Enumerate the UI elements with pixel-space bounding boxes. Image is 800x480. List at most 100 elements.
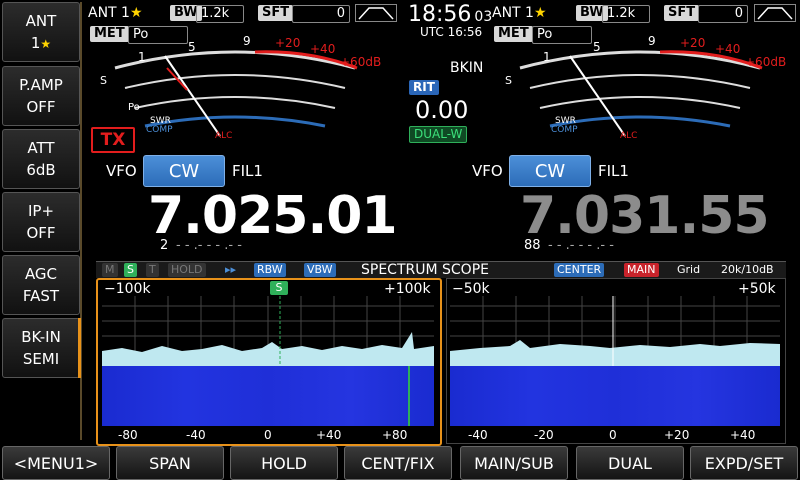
main-meter-p60: +60dB [340, 55, 382, 69]
att-value: 6dB [26, 161, 56, 179]
sub-meter-comp: COMP [551, 125, 578, 135]
main-bw-value[interactable]: 1.2k [196, 5, 244, 23]
right-scale-2: 0 [609, 428, 617, 442]
main-frequency[interactable]: 7.025.01 [148, 186, 398, 246]
sub-filter-label[interactable]: FIL1 [598, 162, 629, 180]
sub-frequency[interactable]: 7.031.55 [520, 186, 770, 246]
right-range-high: +50k [738, 281, 776, 297]
main-ant: ANT 1★ [88, 5, 143, 21]
bkin-indicator: BKIN [450, 60, 484, 76]
right-scale-3: +20 [664, 428, 690, 442]
main-meter-p40: +40 [310, 42, 336, 56]
hold-button[interactable]: HOLD [230, 446, 338, 480]
sub-sub-left: 88 [524, 238, 541, 253]
scroll-indicator [78, 318, 81, 378]
sub-meter-s5: 5 [593, 40, 601, 54]
pamp-button[interactable]: P.AMP OFF [2, 66, 80, 126]
dual-button[interactable]: DUAL [576, 446, 684, 480]
main-mode-button[interactable]: CW [143, 155, 225, 187]
att-label: ATT [27, 139, 55, 157]
main-meter-s1: 1 [138, 50, 146, 64]
main-sft-value[interactable]: 0 [292, 5, 350, 23]
main-sft-label: SFT [258, 5, 294, 21]
main-filter-label[interactable]: FIL1 [232, 162, 263, 180]
att-button[interactable]: ATT 6dB [2, 129, 80, 189]
clock-seconds: 03 [474, 9, 493, 25]
sub-meter-p40: +40 [715, 42, 741, 56]
right-scale-0: -40 [468, 428, 488, 442]
left-spectrum-graph [102, 296, 434, 366]
scope-ref: 20k/10dB [721, 263, 774, 276]
star-icon: ★ [40, 36, 52, 51]
ipplus-label: IP+ [27, 202, 55, 220]
sub-meter-s1: 1 [543, 50, 551, 64]
main-sub-button[interactable]: MAIN/SUB [460, 446, 568, 480]
ant-value-wrap: 1★ [31, 32, 51, 55]
agc-label: AGC [24, 265, 58, 283]
filter-shape-icon [355, 4, 397, 22]
dual-watch-badge: DUAL-W [409, 126, 468, 143]
sub-meter-s9: 9 [648, 34, 656, 48]
clock: 18:56 03 [408, 2, 492, 27]
cent-fix-button[interactable]: CENT/FIX [344, 446, 452, 480]
left-scale-1: -40 [186, 428, 206, 442]
scope-center[interactable]: CENTER [554, 263, 605, 277]
right-spectrum-graph [450, 296, 780, 366]
right-waterfall [450, 366, 780, 426]
sub-sft-value[interactable]: 0 [698, 5, 748, 23]
pamp-value: OFF [26, 98, 56, 116]
main-meter-s9: 9 [243, 34, 251, 48]
clock-time: 18:56 [408, 2, 472, 27]
rit-value: 0.00 [415, 96, 469, 124]
main-vfo-label: VFO [106, 162, 137, 180]
left-waterfall-signal [408, 366, 410, 426]
ant-button[interactable]: ANT 1★ [2, 2, 80, 62]
main-meter-s: S [100, 74, 107, 87]
scope-main[interactable]: MAIN [624, 263, 659, 277]
left-range-high: +100k [384, 281, 431, 297]
left-range-low: −100k [104, 281, 151, 297]
ant-label: ANT [25, 11, 57, 30]
scope-rbw[interactable]: RBW [254, 263, 286, 277]
agc-button[interactable]: AGC FAST [2, 255, 80, 315]
sub-bw-value[interactable]: 1.2k [602, 5, 650, 23]
left-scale-0: -80 [118, 428, 138, 442]
sub-meter-p20: +20 [680, 36, 706, 50]
pamp-label: P.AMP [19, 76, 63, 94]
agc-value: FAST [22, 287, 60, 305]
utc-time: UTC 16:56 [420, 25, 483, 39]
sub-mode-button[interactable]: CW [509, 155, 591, 187]
scope-m[interactable]: M [102, 263, 118, 277]
left-waterfall [102, 366, 434, 426]
main-meter-s5: 5 [188, 40, 196, 54]
main-meter-po: Po [128, 102, 140, 113]
ipplus-button[interactable]: IP+ OFF [2, 192, 80, 252]
sub-sub-dots: - - .- - - .- - [548, 238, 614, 253]
left-scale-4: +80 [382, 428, 408, 442]
menu1-button[interactable]: <MENU1> [2, 446, 110, 480]
span-button[interactable]: SPAN [116, 446, 224, 480]
scope-grid: Grid [677, 263, 701, 276]
main-sub-left: 2 [160, 238, 169, 253]
sub-marker-icon: S [270, 281, 288, 295]
sub-vfo-label: VFO [472, 162, 503, 180]
scope-hold[interactable]: HOLD [168, 263, 206, 277]
bkin-value: SEMI [22, 350, 60, 368]
scope-vbw[interactable]: VBW [304, 263, 336, 277]
sub-sft-label: SFT [664, 5, 700, 21]
bkin-button[interactable]: BK-IN SEMI [2, 318, 80, 378]
main-meter-comp: COMP [146, 125, 173, 135]
right-scale-1: -20 [534, 428, 554, 442]
star-icon: ★ [129, 5, 143, 21]
right-range-low: −50k [452, 281, 490, 297]
ipplus-value: OFF [26, 224, 56, 242]
scope-s[interactable]: S [124, 263, 137, 277]
sub-ant-text: ANT 1 [492, 5, 534, 21]
scope-t[interactable]: T [146, 263, 159, 277]
right-scale-4: +40 [730, 428, 756, 442]
rit-label[interactable]: RIT [409, 80, 439, 95]
expd-set-button[interactable]: EXPD/SET [690, 446, 798, 480]
main-meter-p20: +20 [275, 36, 301, 50]
left-scale-3: +40 [316, 428, 342, 442]
filter-shape-icon [754, 4, 796, 22]
